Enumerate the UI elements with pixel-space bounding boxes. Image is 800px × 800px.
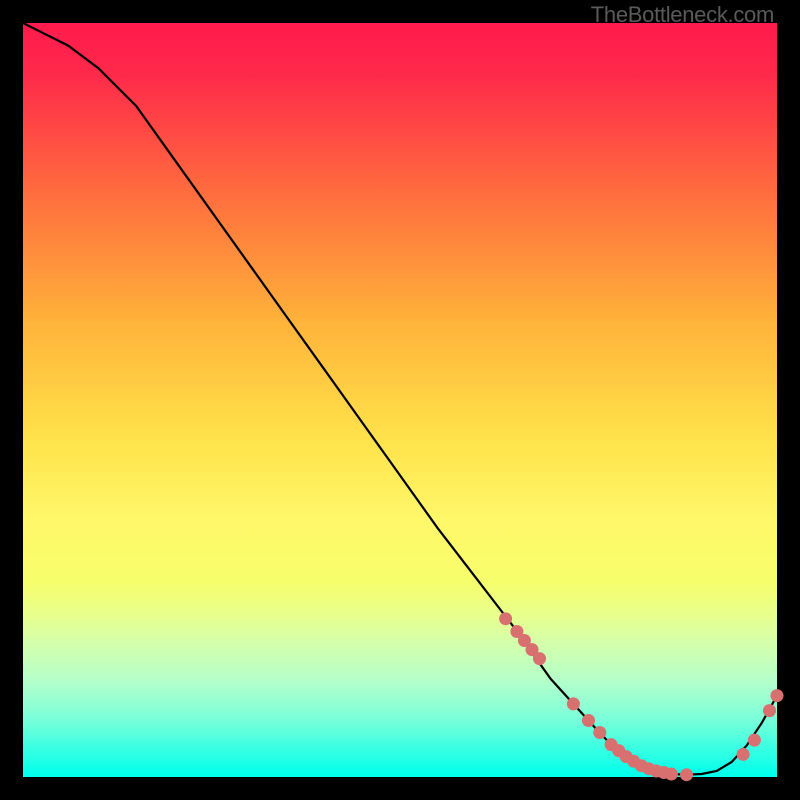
attribution-text: TheBottleneck.com [591, 2, 774, 28]
data-point [593, 726, 606, 739]
data-point [763, 704, 776, 717]
chart-overlay [23, 23, 777, 777]
chart-container: TheBottleneck.com [0, 0, 800, 800]
data-point [737, 748, 750, 761]
data-point [533, 652, 546, 665]
data-point [567, 697, 580, 710]
data-point [680, 768, 693, 781]
data-point [665, 768, 678, 781]
data-point [582, 714, 595, 727]
bottleneck-curve [23, 23, 777, 775]
data-points [499, 612, 783, 781]
data-point [748, 734, 761, 747]
data-point [771, 689, 784, 702]
data-point [499, 612, 512, 625]
